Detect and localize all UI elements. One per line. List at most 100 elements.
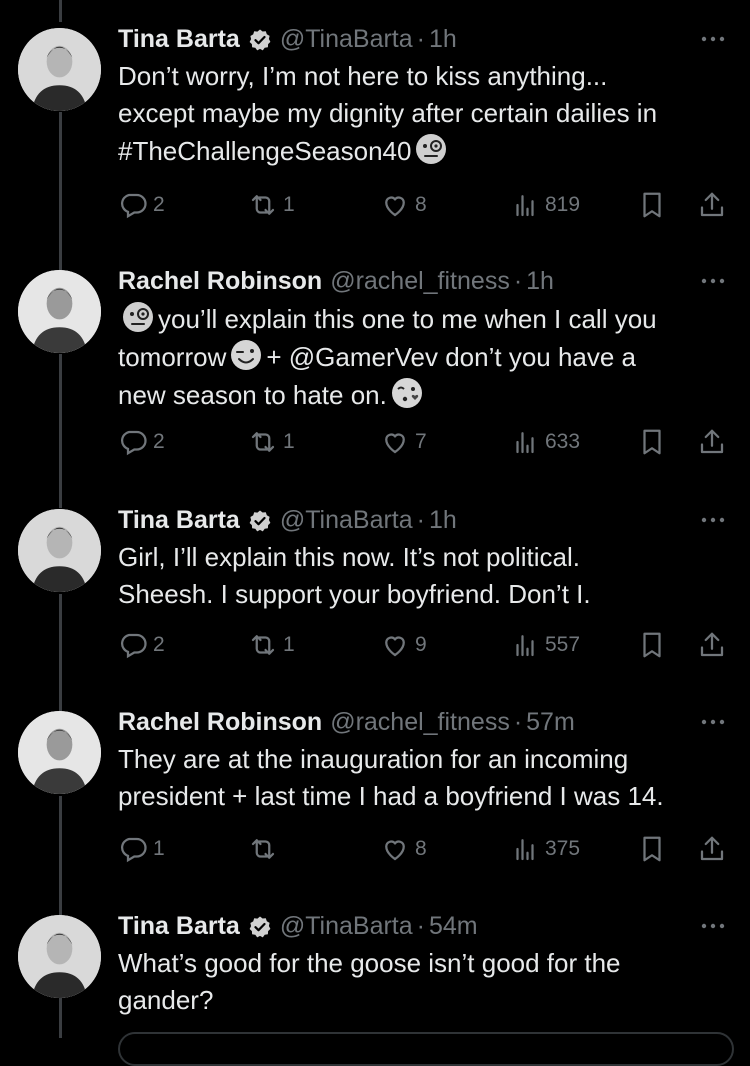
reply-icon	[121, 193, 147, 219]
timestamp[interactable]: 57m	[526, 705, 575, 739]
tweet-text-line: gander?	[118, 982, 730, 1019]
share-button[interactable]	[696, 628, 728, 662]
author-name[interactable]: Rachel Robinson	[118, 264, 322, 298]
share-button[interactable]	[696, 188, 728, 222]
repost-icon	[251, 635, 275, 655]
views-button-count: 557	[545, 633, 581, 656]
bookmark-button[interactable]	[636, 425, 668, 459]
reply-button[interactable]: 1	[118, 832, 165, 866]
timestamp[interactable]: 1h	[526, 264, 554, 298]
bookmark-button[interactable]	[636, 832, 668, 866]
like-icon	[385, 196, 405, 217]
tweet-text-line: Girl, I’ll explain this now. It’s not po…	[118, 539, 730, 576]
more-options-icon[interactable]	[696, 911, 730, 941]
tweet-content: Tina Barta @TinaBarta · 1h Don’t worry, I’m …	[118, 22, 730, 219]
bookmark-icon	[643, 836, 661, 862]
verified-badge-icon	[248, 27, 272, 51]
like-button[interactable]: 7	[380, 425, 427, 459]
reply-button-count: 1	[153, 837, 165, 860]
like-button[interactable]: 9	[380, 628, 427, 662]
views-button-count: 819	[545, 193, 581, 216]
repost-button[interactable]: 1	[248, 188, 295, 222]
bookmark-button[interactable]	[636, 628, 668, 662]
author-handle[interactable]: @TinaBarta	[280, 22, 413, 56]
tweet-text-line: They are at the inauguration for an inco…	[118, 741, 730, 778]
timestamp[interactable]: 1h	[429, 503, 457, 537]
reply-button-count: 2	[153, 430, 165, 453]
avatar[interactable]	[18, 711, 101, 794]
views-button[interactable]: 819	[510, 188, 580, 222]
views-button[interactable]: 375	[510, 832, 580, 866]
text-segment: What’s good for the goose isn’t good for…	[118, 948, 621, 978]
tweet-text: you’ll explain this one to me when I cal…	[118, 300, 730, 414]
views-icon	[516, 432, 534, 454]
reply-button[interactable]: 2	[118, 628, 165, 662]
thread-connector-line	[59, 112, 62, 270]
author-name[interactable]: Tina Barta	[118, 503, 240, 537]
tweet-text: Don’t worry, I’m not here to kiss anythi…	[118, 58, 730, 170]
text-segment: + @GamerVev don’t you have a	[266, 342, 637, 372]
face-with-monocle-emoji-icon	[121, 300, 155, 334]
like-button[interactable]: 8	[380, 832, 427, 866]
author-name[interactable]: Tina Barta	[118, 909, 240, 943]
reply-button[interactable]: 2	[118, 425, 165, 459]
repost-icon	[251, 839, 275, 859]
author-handle[interactable]: @rachel_fitness	[330, 264, 510, 298]
separator-dot: ·	[513, 708, 523, 736]
share-icon	[700, 632, 724, 657]
repost-button[interactable]: 1	[248, 425, 295, 459]
repost-button-count: 1	[283, 193, 295, 216]
repost-button[interactable]: 1	[248, 628, 295, 662]
author-handle[interactable]: @TinaBarta	[280, 909, 413, 943]
more-options-icon[interactable]	[696, 707, 730, 737]
tweet-text-line: you’ll explain this one to me when I cal…	[118, 300, 730, 338]
more-options-icon[interactable]	[696, 505, 730, 535]
share-button[interactable]	[696, 425, 728, 459]
timestamp[interactable]: 1h	[429, 22, 457, 56]
like-button-count: 7	[415, 430, 427, 453]
text-segment: new season to hate on.	[118, 380, 387, 410]
reply-button-count: 2	[153, 633, 165, 656]
tweet-content: Rachel Robinson @rachel_fitness · 57m They a…	[118, 705, 730, 863]
reply-icon	[121, 430, 147, 456]
more-options-icon[interactable]	[696, 24, 730, 54]
separator-dot: ·	[513, 267, 523, 295]
text-segment: #TheChallengeSeason40	[118, 136, 412, 166]
text-segment: Girl, I’ll explain this now. It’s not po…	[118, 542, 580, 572]
text-segment: you’ll explain this one to me when I cal…	[158, 304, 657, 334]
share-icon	[700, 429, 724, 454]
author-handle[interactable]: @TinaBarta	[280, 503, 413, 537]
separator-dot: ·	[416, 25, 425, 53]
avatar[interactable]	[18, 915, 101, 998]
views-button-count: 633	[545, 430, 581, 453]
author-name[interactable]: Rachel Robinson	[118, 705, 322, 739]
text-segment: Don’t worry, I’m not here to kiss anythi…	[118, 61, 608, 91]
views-icon	[516, 195, 534, 217]
author-handle[interactable]: @rachel_fitness	[330, 705, 510, 739]
timestamp[interactable]: 54m	[429, 909, 478, 943]
bookmark-button[interactable]	[636, 188, 668, 222]
views-button[interactable]: 633	[510, 425, 580, 459]
avatar[interactable]	[18, 28, 101, 111]
tweet-header: Rachel Robinson @rachel_fitness · 1h	[118, 264, 730, 298]
share-icon	[700, 836, 724, 861]
like-button-count: 8	[415, 837, 427, 860]
tweet-text-line: Sheesh. I support your boyfriend. Don’t …	[118, 576, 730, 613]
like-button-count: 8	[415, 193, 427, 216]
views-button[interactable]: 557	[510, 628, 580, 662]
reply-button[interactable]: 2	[118, 188, 165, 222]
like-icon	[385, 636, 405, 657]
repost-button[interactable]	[248, 832, 283, 866]
face-blowing-kiss-emoji-icon	[390, 376, 424, 410]
author-name[interactable]: Tina Barta	[118, 22, 240, 56]
winking-face-emoji-icon	[229, 338, 263, 372]
avatar[interactable]	[18, 270, 101, 353]
like-button[interactable]: 8	[380, 188, 427, 222]
share-button[interactable]	[696, 832, 728, 866]
separator-dot: ·	[416, 912, 425, 940]
avatar[interactable]	[18, 509, 101, 592]
more-options-icon[interactable]	[696, 266, 730, 296]
reply-composer-edge[interactable]	[118, 1032, 734, 1066]
bookmark-icon	[643, 429, 661, 455]
text-segment: except maybe my dignity after certain da…	[118, 98, 658, 128]
